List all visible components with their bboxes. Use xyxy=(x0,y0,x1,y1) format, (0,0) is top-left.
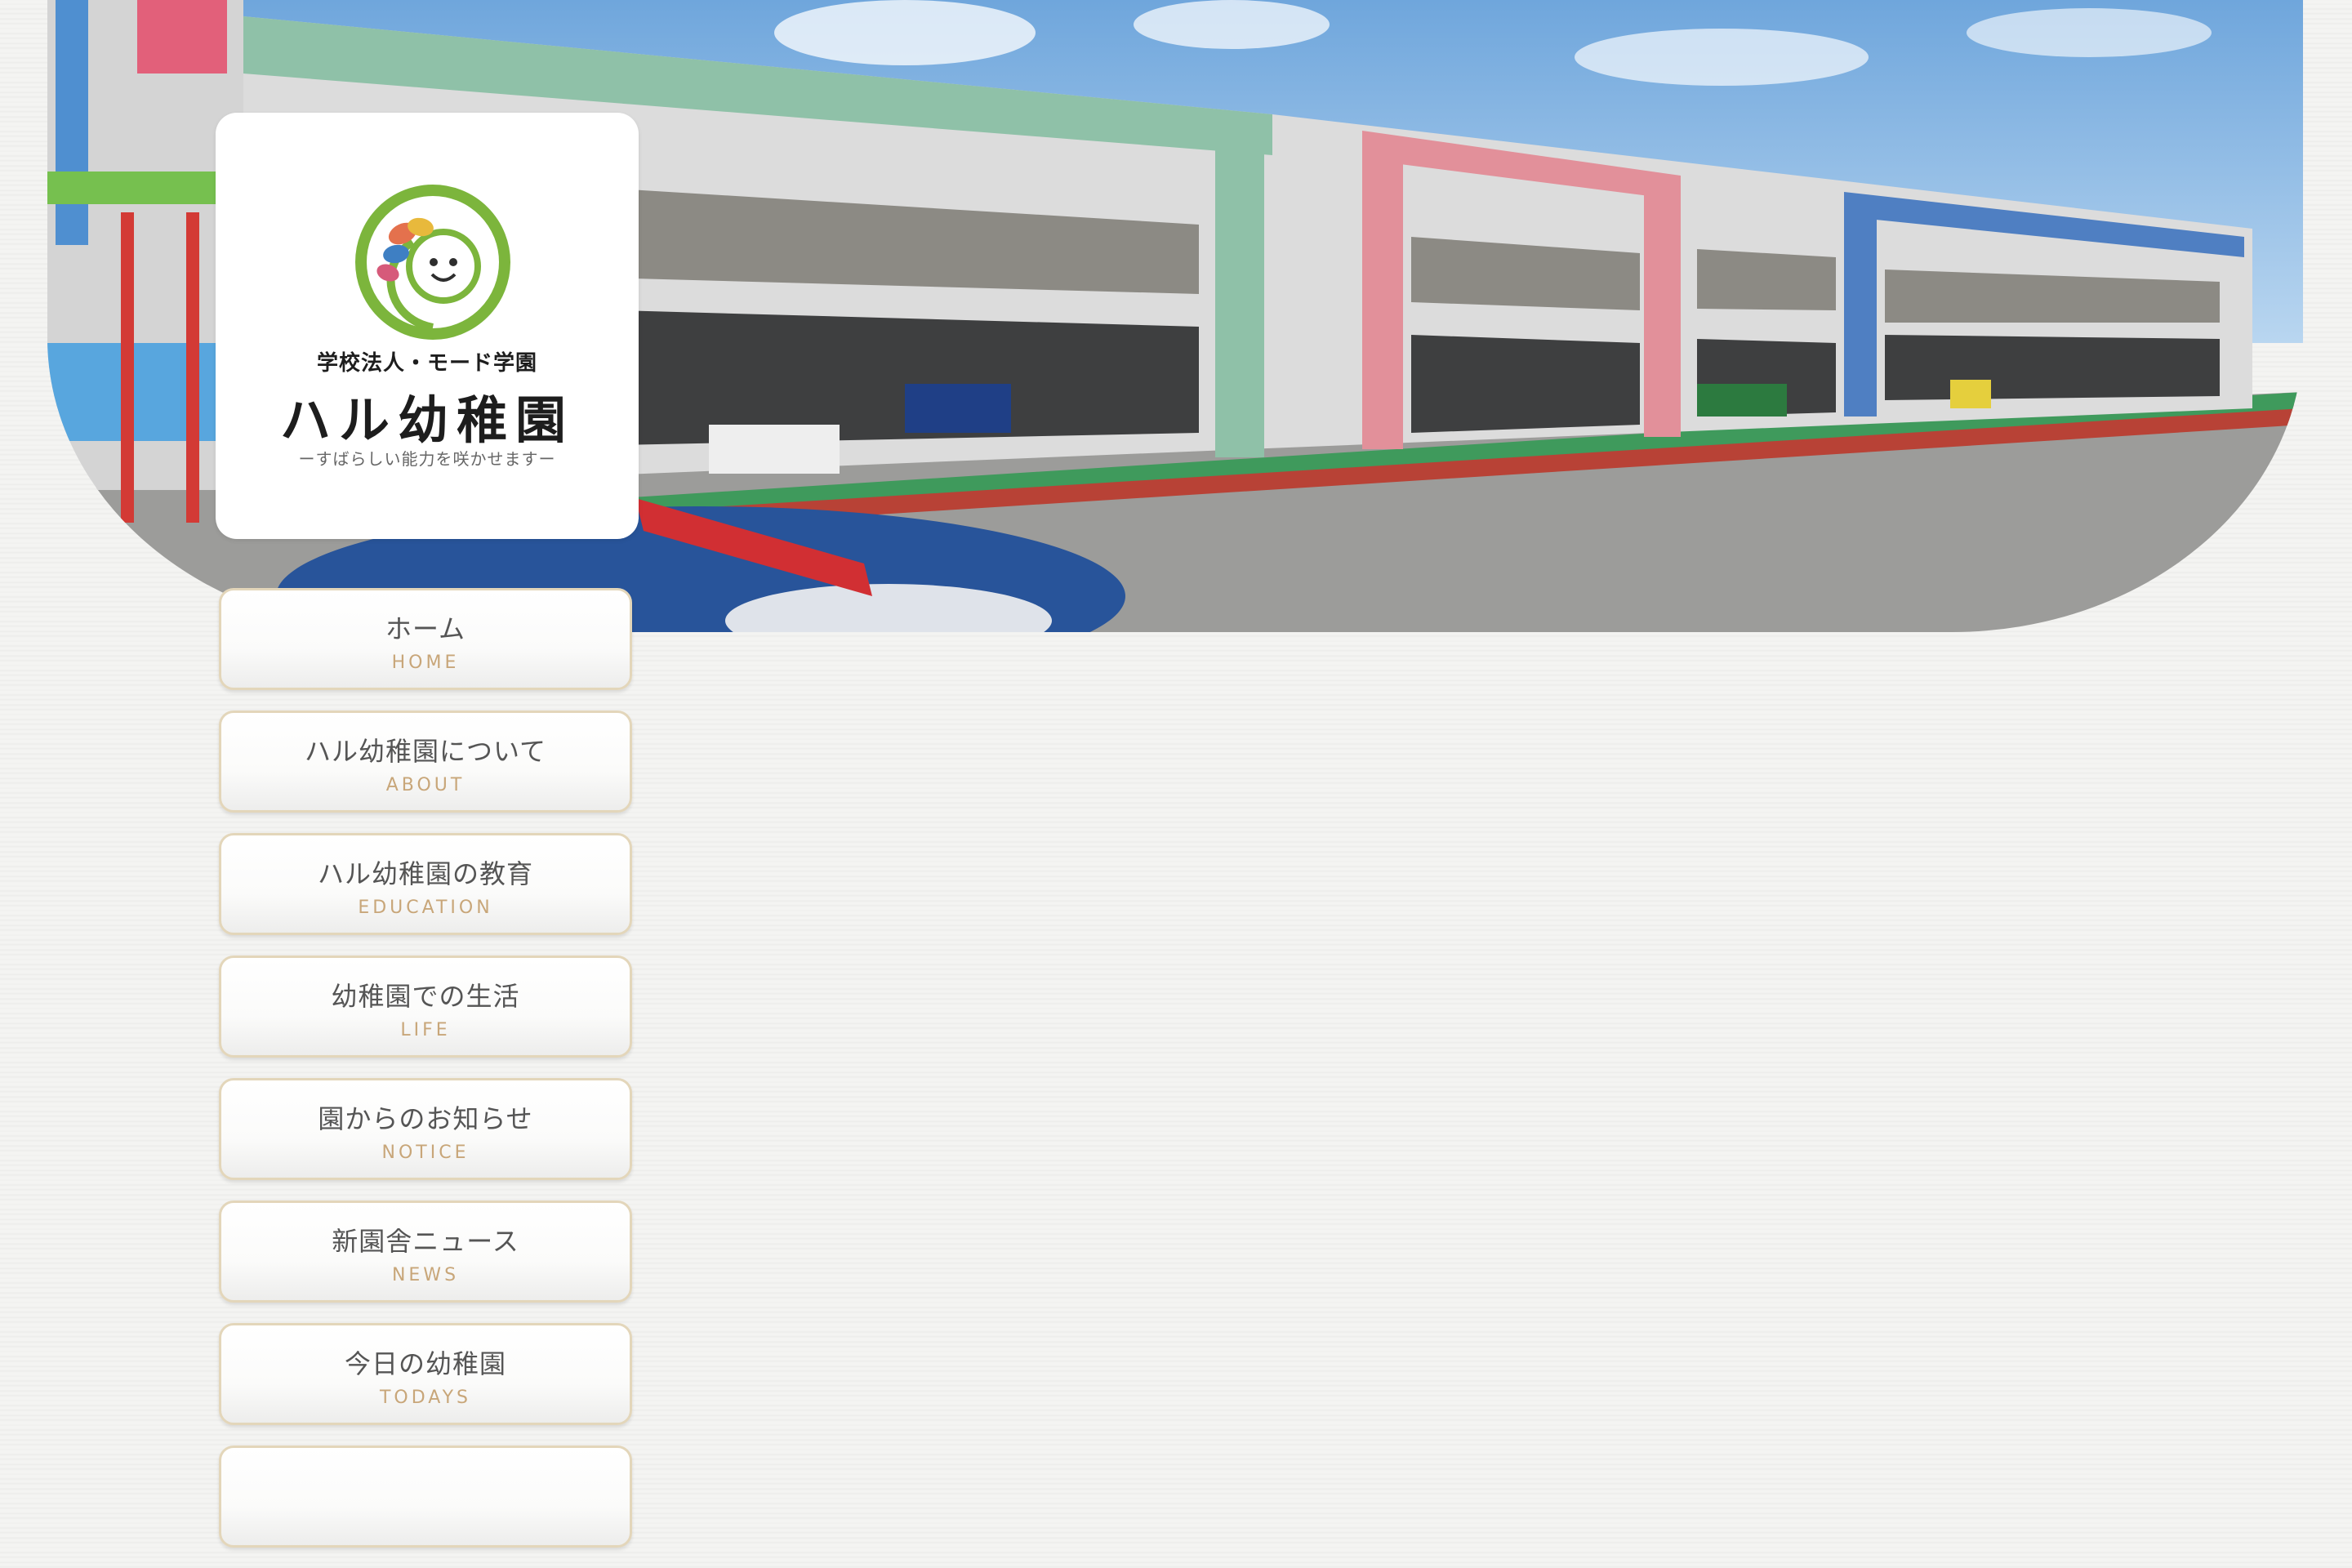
nav-item-sublabel: TODAYS xyxy=(379,1388,472,1408)
nav-item-education[interactable]: ハル幼稚園の教育 EDUCATION xyxy=(219,833,632,935)
nav-item-todays[interactable]: 今日の幼稚園 TODAYS xyxy=(219,1323,632,1425)
nav-item-sublabel: NEWS xyxy=(391,1265,460,1285)
nav-item-about[interactable]: ハル幼稚園について ABOUT xyxy=(219,710,632,813)
site-logo[interactable]: 学校法人・モード学園 ハル幼稚園 ーすばらしい能力を咲かせますー xyxy=(216,113,639,539)
nav-item-sublabel: EDUCATION xyxy=(358,898,493,918)
logo-tagline: ーすばらしい能力を咲かせますー xyxy=(298,449,556,469)
nav-item-sublabel: LIFE xyxy=(400,1020,451,1040)
side-navigation: ホーム HOME ハル幼稚園について ABOUT ハル幼稚園の教育 EDUCAT… xyxy=(219,588,635,1568)
nav-item-sublabel: HOME xyxy=(391,653,460,673)
nav-item-label: ハル幼稚園の教育 xyxy=(317,858,533,889)
nav-item-sublabel: NOTICE xyxy=(381,1143,470,1163)
nav-item-label: 新園舎ニュース xyxy=(332,1226,519,1257)
logo-flower-icon xyxy=(355,185,510,340)
nav-item-label: ハル幼稚園について xyxy=(304,736,547,767)
nav-item-life[interactable]: 幼稚園での生活 LIFE xyxy=(219,956,632,1058)
nav-item-notice[interactable]: 園からのお知らせ NOTICE xyxy=(219,1078,632,1180)
nav-item-label: 今日の幼稚園 xyxy=(344,1348,506,1379)
nav-item-sublabel: ABOUT xyxy=(385,775,466,795)
logo-organization: 学校法人・モード学園 xyxy=(316,351,537,376)
nav-item-label: 幼稚園での生活 xyxy=(331,981,520,1012)
nav-item-label: ホーム xyxy=(385,613,466,644)
logo-school-name: ハル幼稚園 xyxy=(279,390,574,450)
nav-item-more[interactable] xyxy=(219,1446,632,1548)
nav-item-news[interactable]: 新園舎ニュース NEWS xyxy=(219,1200,632,1303)
nav-item-home[interactable]: ホーム HOME xyxy=(219,588,632,690)
nav-item-label: 園からのお知らせ xyxy=(318,1103,533,1134)
